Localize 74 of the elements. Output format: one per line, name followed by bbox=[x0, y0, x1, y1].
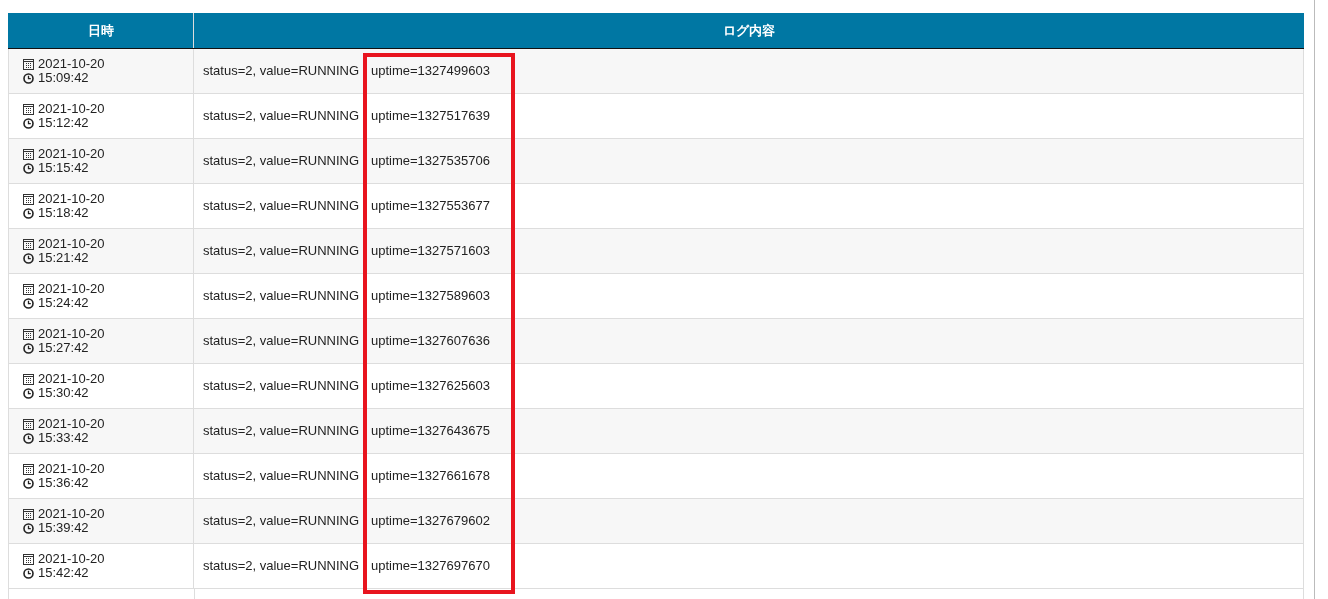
date-text: 2021-10-20 bbox=[38, 462, 105, 476]
clock-icon bbox=[23, 297, 34, 309]
log-text: status=2, value=RUNNING bbox=[203, 512, 361, 531]
log-text: status=2, value=RUNNING bbox=[203, 197, 361, 216]
clock-icon bbox=[23, 252, 34, 264]
date-text: 2021-10-20 bbox=[38, 147, 105, 161]
log-text: uptime=1327697670 bbox=[371, 557, 490, 576]
date-text: 2021-10-20 bbox=[38, 552, 105, 566]
time-text: 15:33:42 bbox=[38, 431, 89, 445]
time-text: 15:30:42 bbox=[38, 386, 89, 400]
log-text: status=2, value=RUNNING bbox=[203, 242, 361, 261]
time-text: 15:42:42 bbox=[38, 566, 89, 580]
calendar-icon bbox=[23, 418, 34, 430]
log-text: uptime=1327643675 bbox=[371, 422, 490, 441]
clock-icon bbox=[23, 567, 34, 579]
log-text: uptime=1327535706 bbox=[371, 152, 490, 171]
log-text: status=2, value=RUNNING bbox=[203, 287, 361, 306]
log-text: uptime=1327553677 bbox=[371, 197, 490, 216]
calendar-icon bbox=[23, 508, 34, 520]
time-text: 15:09:42 bbox=[38, 71, 89, 85]
log-text: status=2, value=RUNNING bbox=[203, 152, 361, 171]
log-text: status=2, value=RUNNING bbox=[203, 422, 361, 441]
log-text: uptime=1327589603 bbox=[371, 287, 490, 306]
time-text: 15:12:42 bbox=[38, 116, 89, 130]
log-text: uptime=1327625603 bbox=[371, 377, 490, 396]
date-text: 2021-10-20 bbox=[38, 237, 105, 251]
calendar-icon bbox=[23, 328, 34, 340]
calendar-icon bbox=[23, 58, 34, 70]
calendar-icon bbox=[23, 283, 34, 295]
clock-icon bbox=[23, 342, 34, 354]
log-text: uptime=1327661678 bbox=[371, 467, 490, 486]
clock-icon bbox=[23, 72, 34, 84]
calendar-icon bbox=[23, 148, 34, 160]
date-text: 2021-10-20 bbox=[38, 102, 105, 116]
clock-icon bbox=[23, 432, 34, 444]
clock-icon bbox=[23, 522, 34, 534]
date-text: 2021-10-20 bbox=[38, 192, 105, 206]
date-text: 2021-10-20 bbox=[38, 282, 105, 296]
time-text: 15:36:42 bbox=[38, 476, 89, 490]
calendar-icon bbox=[23, 463, 34, 475]
clock-icon bbox=[23, 207, 34, 219]
calendar-icon bbox=[23, 373, 34, 385]
clock-icon bbox=[23, 162, 34, 174]
column-header: ログ内容 bbox=[722, 21, 776, 40]
log-text: status=2, value=RUNNING bbox=[203, 332, 361, 351]
calendar-icon bbox=[23, 238, 34, 250]
date-text: 2021-10-20 bbox=[38, 327, 105, 341]
time-text: 15:27:42 bbox=[38, 341, 89, 355]
log-text: uptime=1327607636 bbox=[371, 332, 490, 351]
calendar-icon bbox=[23, 103, 34, 115]
clock-icon bbox=[23, 387, 34, 399]
log-text: uptime=1327499603 bbox=[371, 62, 490, 81]
log-text: status=2, value=RUNNING bbox=[203, 107, 361, 126]
log-text: status=2, value=RUNNING bbox=[203, 377, 361, 396]
log-text: uptime=1327571603 bbox=[371, 242, 490, 261]
date-text: 2021-10-20 bbox=[38, 507, 105, 521]
date-text: 2021-10-20 bbox=[38, 57, 105, 71]
log-text: uptime=1327679602 bbox=[371, 512, 490, 531]
clock-icon bbox=[23, 117, 34, 129]
column-header: 日時 bbox=[8, 13, 194, 48]
time-text: 15:24:42 bbox=[38, 296, 89, 310]
calendar-icon bbox=[23, 553, 34, 565]
date-text: 2021-10-20 bbox=[38, 417, 105, 431]
date-text: 2021-10-20 bbox=[38, 372, 105, 386]
log-text: status=2, value=RUNNING bbox=[203, 62, 361, 81]
time-text: 15:39:42 bbox=[38, 521, 89, 535]
time-text: 15:15:42 bbox=[38, 161, 89, 175]
clock-icon bbox=[23, 477, 34, 489]
calendar-icon bbox=[23, 193, 34, 205]
log-text: status=2, value=RUNNING bbox=[203, 557, 361, 576]
log-text: status=2, value=RUNNING bbox=[203, 467, 361, 486]
time-text: 15:18:42 bbox=[38, 206, 89, 220]
time-text: 15:21:42 bbox=[38, 251, 89, 265]
log-text: uptime=1327517639 bbox=[371, 107, 490, 126]
